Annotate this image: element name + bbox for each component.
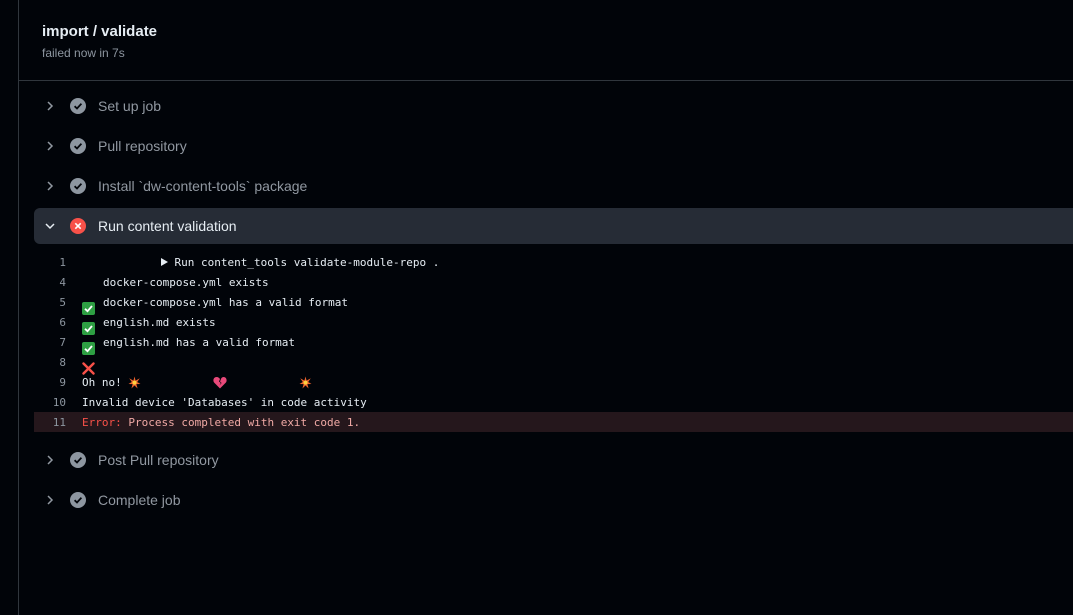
log-line[interactable]: 5 docker-compose.yml has a valid format xyxy=(34,292,1073,335)
steps-after: Post Pull repository Complete job xyxy=(19,442,1073,518)
step-run-content-validation[interactable]: Run content validation xyxy=(34,208,1073,244)
log-text: Invalid device 'Databases' in code activ… xyxy=(82,395,367,409)
line-number[interactable]: 7 xyxy=(34,336,82,349)
step-label: Pull repository xyxy=(98,138,187,154)
step-pull-repository[interactable]: Pull repository xyxy=(34,128,1073,164)
chevron-right-icon xyxy=(44,180,56,192)
step-post-pull-repository[interactable]: Post Pull repository xyxy=(34,442,1073,478)
step-install-package[interactable]: Install `dw-content-tools` package xyxy=(34,168,1073,204)
line-number[interactable]: 9 xyxy=(34,376,82,389)
step-label: Complete job xyxy=(98,492,181,508)
left-gutter xyxy=(0,0,19,615)
cross-mark-icon xyxy=(82,336,95,375)
chevron-down-icon xyxy=(44,220,56,232)
chevron-right-icon xyxy=(44,494,56,506)
log-line[interactable]: 6 english.md exists xyxy=(34,312,1073,355)
log-line[interactable]: 1 Run content_tools validate-module-repo… xyxy=(34,252,1073,272)
chevron-right-icon xyxy=(44,140,56,152)
steps-list: Set up job Pull repository Install `dw-c… xyxy=(19,81,1073,518)
chevron-right-icon xyxy=(44,100,56,112)
error-keyword: Error: xyxy=(82,415,122,429)
step-log-output: 1 Run content_tools validate-module-repo… xyxy=(34,252,1073,432)
log-text: docker-compose.yml has a valid format xyxy=(103,295,349,309)
line-number[interactable]: 6 xyxy=(34,316,82,329)
log-text: english.md exists xyxy=(103,315,216,329)
check-circle-icon xyxy=(70,98,86,114)
log-text: english.md has a valid format xyxy=(103,335,296,349)
check-circle-icon xyxy=(70,138,86,154)
log-text: Process completed with exit code 1. xyxy=(121,415,361,429)
job-status-subtitle: failed now in 7s xyxy=(42,46,125,60)
check-mark-icon xyxy=(82,296,95,335)
log-text: Oh no! xyxy=(82,375,122,389)
check-mark-icon xyxy=(82,316,95,355)
log-line-error[interactable]: 11 Error: Process completed with exit co… xyxy=(34,412,1073,432)
step-set-up-job[interactable]: Set up job xyxy=(34,88,1073,124)
line-number[interactable]: 10 xyxy=(34,396,82,409)
line-number[interactable]: 5 xyxy=(34,296,82,309)
log-line[interactable]: 9 Oh no! xyxy=(34,372,1073,392)
line-number[interactable]: 1 xyxy=(34,256,82,269)
check-circle-icon xyxy=(70,452,86,468)
job-header: import / validate failed now in 7s xyxy=(19,0,1073,81)
log-text: docker-compose.yml exists xyxy=(103,275,269,289)
job-title: import / validate xyxy=(42,23,158,40)
step-label: Run content validation xyxy=(98,218,237,234)
chevron-right-icon xyxy=(44,454,56,466)
step-complete-job[interactable]: Complete job xyxy=(34,482,1073,518)
x-circle-icon xyxy=(70,218,86,234)
step-label: Set up job xyxy=(98,98,162,114)
line-number[interactable]: 11 xyxy=(34,416,82,429)
log-text: Run content_tools validate-module-repo . xyxy=(174,255,440,269)
check-mark-icon xyxy=(82,276,95,315)
check-circle-icon xyxy=(70,492,86,508)
step-label: Post Pull repository xyxy=(98,452,219,468)
check-circle-icon xyxy=(70,178,86,194)
job-log-panel: import / validate failed now in 7s Set u… xyxy=(19,0,1073,615)
line-number[interactable]: 4 xyxy=(34,276,82,289)
line-number[interactable]: 8 xyxy=(34,356,82,369)
step-label: Install `dw-content-tools` package xyxy=(98,178,308,194)
log-line[interactable]: 4 docker-compose.yml exists xyxy=(34,272,1073,315)
